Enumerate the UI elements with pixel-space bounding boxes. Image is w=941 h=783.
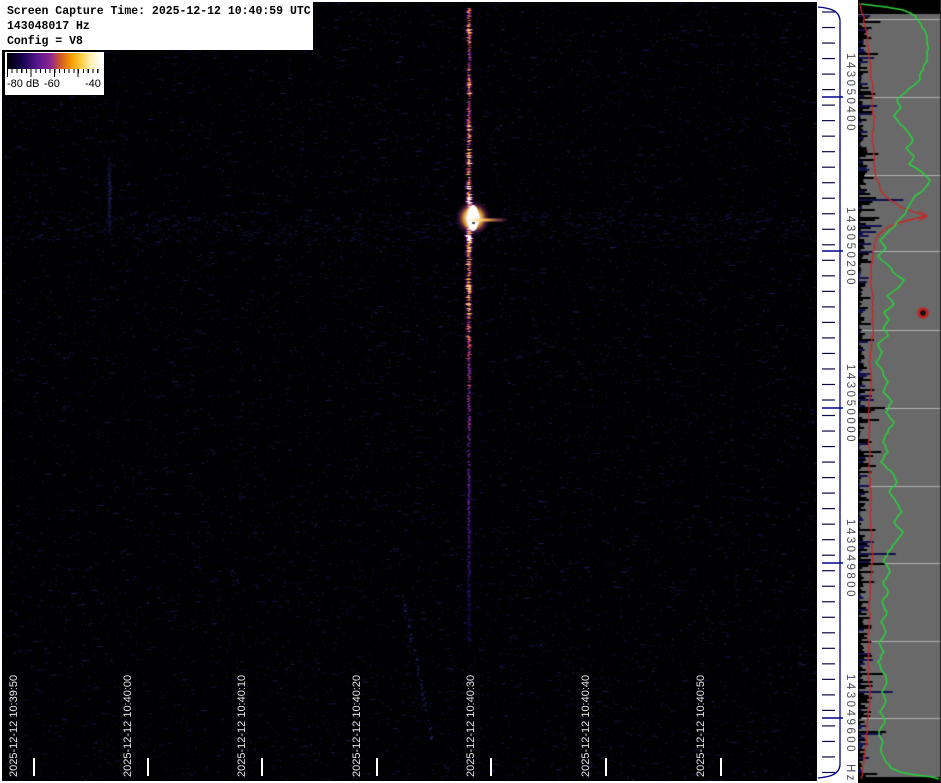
frequency-label: 143050000 — [844, 364, 856, 444]
frequency-label: 143049800 — [844, 519, 856, 599]
time-tick — [261, 758, 263, 776]
frequency-label: 143049600 — [844, 674, 856, 754]
colorbar-legend: -80 dB -60 -40 — [5, 52, 104, 95]
time-label: 2025-12-12 10:40:10 — [236, 675, 248, 777]
capture-time-text: Screen Capture Time: 2025-12-12 10:40:59… — [7, 4, 313, 19]
capture-info-box: Screen Capture Time: 2025-12-12 10:40:59… — [2, 2, 313, 50]
time-label: 2025-12-12 10:40:00 — [122, 675, 134, 777]
time-label: 2025-12-12 10:40:30 — [465, 675, 477, 777]
time-tick — [605, 758, 607, 776]
frequency-label: 143050400 — [844, 53, 856, 133]
colorbar-label-max: -40 — [85, 78, 101, 90]
time-label: 2025-12-12 10:40:20 — [351, 675, 363, 777]
time-label: 2025-12-12 10:39:50 — [8, 675, 20, 777]
frequency-label: 143050200 — [844, 207, 856, 287]
colorbar-labels: -80 dB -60 -40 — [7, 78, 101, 92]
window-border-top — [0, 0, 858, 2]
config-text: Config = V8 — [7, 34, 313, 49]
window-border-left — [0, 0, 2, 783]
colorbar-ticks — [7, 69, 101, 78]
time-tick — [147, 758, 149, 776]
screen-capture-window: 2025-12-12 10:39:50 2025-12-12 10:40:00 20… — [0, 0, 941, 783]
time-label: 2025-12-12 10:40:40 — [580, 675, 592, 777]
spectrogram-waterfall — [2, 2, 817, 781]
time-label: 2025-12-12 10:40:50 — [695, 675, 707, 777]
time-tick — [490, 758, 492, 776]
colorbar-minor-ticks — [7, 69, 101, 73]
time-tick — [376, 758, 378, 776]
colorbar-gradient — [7, 53, 101, 69]
colorbar-label-mid: -60 — [44, 78, 60, 90]
time-tick — [33, 758, 35, 776]
colorbar-label-min: -80 dB — [7, 78, 39, 90]
center-frequency-text: 143048017 Hz — [7, 19, 313, 34]
time-tick — [720, 758, 722, 776]
spectrum-analyzer-panel — [858, 0, 941, 783]
